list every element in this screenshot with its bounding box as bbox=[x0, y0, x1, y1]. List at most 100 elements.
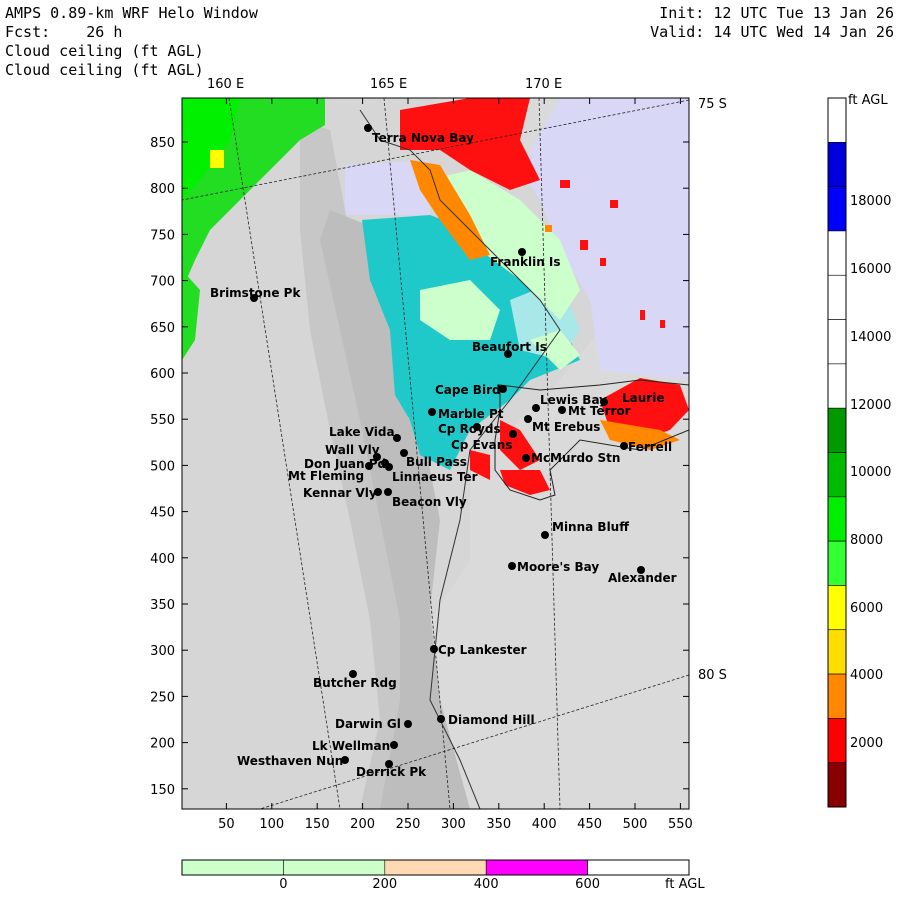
colorbar-right-segment bbox=[827, 319, 847, 365]
map-svg: 50 100 150 200 250 300 350 400 450 500 550 850 800 7… bbox=[150, 93, 891, 892]
station-dot bbox=[428, 408, 436, 416]
station-label: Butcher Rdg bbox=[313, 676, 397, 690]
station-label: Beaufort Is bbox=[472, 340, 547, 354]
station-label: Moore's Bay bbox=[517, 560, 599, 574]
red-speck bbox=[560, 180, 570, 188]
colorbar-bottom-label: 400 bbox=[474, 877, 499, 892]
station-label: Kennar Vly bbox=[303, 486, 377, 500]
red-speck bbox=[580, 240, 588, 250]
colorbar-bottom: 0 200 400 600 bbox=[181, 859, 690, 892]
x-tick-label: 450 bbox=[577, 817, 602, 832]
colorbar-right-label: 14000 bbox=[850, 330, 891, 345]
x-tick-label: 350 bbox=[486, 817, 511, 832]
colorbar-bottom-segment bbox=[485, 859, 588, 876]
x-tick-label: 50 bbox=[218, 817, 235, 832]
station-label: Beacon Vly bbox=[392, 495, 467, 509]
station-label: Laurie bbox=[622, 391, 664, 405]
colorbar-right-label: 6000 bbox=[850, 601, 883, 616]
y-tick-label: 300 bbox=[150, 644, 175, 659]
station-label: Mt Erebus bbox=[532, 420, 600, 434]
station-dot bbox=[437, 715, 445, 723]
station-label: Cp Royds bbox=[438, 422, 501, 436]
x-tick-label: 300 bbox=[441, 817, 466, 832]
colorbar-right-label: 18000 bbox=[850, 194, 891, 209]
colorbar-right-segment bbox=[827, 718, 847, 763]
yellow-patch bbox=[210, 150, 224, 168]
x-tick-label: 200 bbox=[350, 817, 375, 832]
x-tick-label: 550 bbox=[668, 817, 693, 832]
station-label: Diamond Hill bbox=[448, 713, 535, 727]
x-tick-label: 150 bbox=[305, 817, 330, 832]
colorbar-right-segment bbox=[827, 762, 847, 808]
colorbar-right-unit: ft AGL bbox=[848, 93, 888, 108]
x-tick-label: 100 bbox=[259, 817, 284, 832]
station-dot bbox=[390, 741, 398, 749]
station-dot bbox=[508, 562, 516, 570]
station-label: Mt Terror bbox=[568, 404, 631, 418]
station-label: Lake Vida bbox=[329, 425, 395, 439]
colorbar-right-segment bbox=[827, 186, 847, 232]
y-tick-label: 200 bbox=[150, 737, 175, 752]
y-tick-label: 450 bbox=[150, 506, 175, 521]
colorbar-bottom-label: 200 bbox=[372, 877, 397, 892]
station-dot bbox=[522, 454, 530, 462]
colorbar-right-label: 2000 bbox=[850, 736, 883, 751]
station-label: Terra Nova Bay bbox=[372, 131, 474, 145]
station-label: Westhaven Nun bbox=[237, 754, 343, 768]
colorbar-bottom-unit: ft AGL bbox=[665, 877, 705, 892]
orange-speck bbox=[545, 225, 552, 232]
station-label: Lk Wellman bbox=[312, 739, 390, 753]
colorbar-right-label: 8000 bbox=[850, 533, 883, 548]
colorbar-right-label: 12000 bbox=[850, 398, 891, 413]
station-label: Cape Bird bbox=[435, 383, 501, 397]
station-dot bbox=[430, 645, 438, 653]
station-label: McMurdo Stn bbox=[531, 451, 620, 465]
colorbar-bottom-segment bbox=[283, 859, 386, 876]
colorbar-right-label: 10000 bbox=[850, 465, 891, 480]
x-tick-label: 250 bbox=[396, 817, 421, 832]
y-tick-label: 400 bbox=[150, 552, 175, 567]
y-tick-label: 800 bbox=[150, 182, 175, 197]
station-dot bbox=[404, 720, 412, 728]
station-label: Ferrell bbox=[628, 440, 672, 454]
station-dot bbox=[384, 488, 392, 496]
station-label: Darwin Gl bbox=[335, 717, 401, 731]
colorbar-right-segment bbox=[827, 97, 847, 143]
red-speck bbox=[660, 320, 665, 328]
y-tick-label: 650 bbox=[150, 321, 175, 336]
colorbar-right-segment bbox=[827, 496, 847, 542]
red-speck bbox=[640, 310, 645, 320]
station-dot bbox=[509, 430, 517, 438]
y-tick-label: 700 bbox=[150, 275, 175, 290]
station-dot bbox=[620, 442, 628, 450]
colorbar-right: 18000 16000 14000 12000 10000 8000 6000 4000 200… bbox=[827, 97, 891, 808]
station-label: Derrick Pk bbox=[356, 765, 427, 779]
station-dot bbox=[541, 531, 549, 539]
colorbar-right-label: 16000 bbox=[850, 262, 891, 277]
colorbar-bottom-label: 0 bbox=[279, 877, 287, 892]
y-tick-label: 150 bbox=[150, 783, 175, 798]
red-speck bbox=[600, 258, 606, 266]
station-label: Mt Fleming bbox=[288, 469, 364, 483]
colorbar-right-segment bbox=[827, 629, 847, 675]
colorbar-right-segment bbox=[827, 274, 847, 320]
colorbar-bottom-segment bbox=[181, 859, 284, 876]
station-dot bbox=[364, 124, 372, 132]
x-tick-label: 500 bbox=[623, 817, 648, 832]
y-tick-label: 600 bbox=[150, 367, 175, 382]
red-speck bbox=[610, 200, 618, 208]
colorbar-bottom-label: 600 bbox=[575, 877, 600, 892]
colorbar-right-segment bbox=[827, 363, 847, 409]
colorbar-right-label: 4000 bbox=[850, 668, 883, 683]
y-tick-label: 550 bbox=[150, 413, 175, 428]
station-dot bbox=[532, 404, 540, 412]
station-label: Alexander bbox=[608, 571, 677, 585]
colorbar-right-segment bbox=[827, 673, 847, 719]
colorbar-right-segment bbox=[827, 142, 847, 187]
colorbar-right-segment bbox=[827, 585, 847, 631]
colorbar-right-segment bbox=[827, 407, 847, 453]
y-tick-label: 250 bbox=[150, 690, 175, 705]
station-label: Cp Evans bbox=[451, 438, 512, 452]
station-label: Minna Bluff bbox=[552, 520, 629, 534]
y-tick-label: 350 bbox=[150, 598, 175, 613]
